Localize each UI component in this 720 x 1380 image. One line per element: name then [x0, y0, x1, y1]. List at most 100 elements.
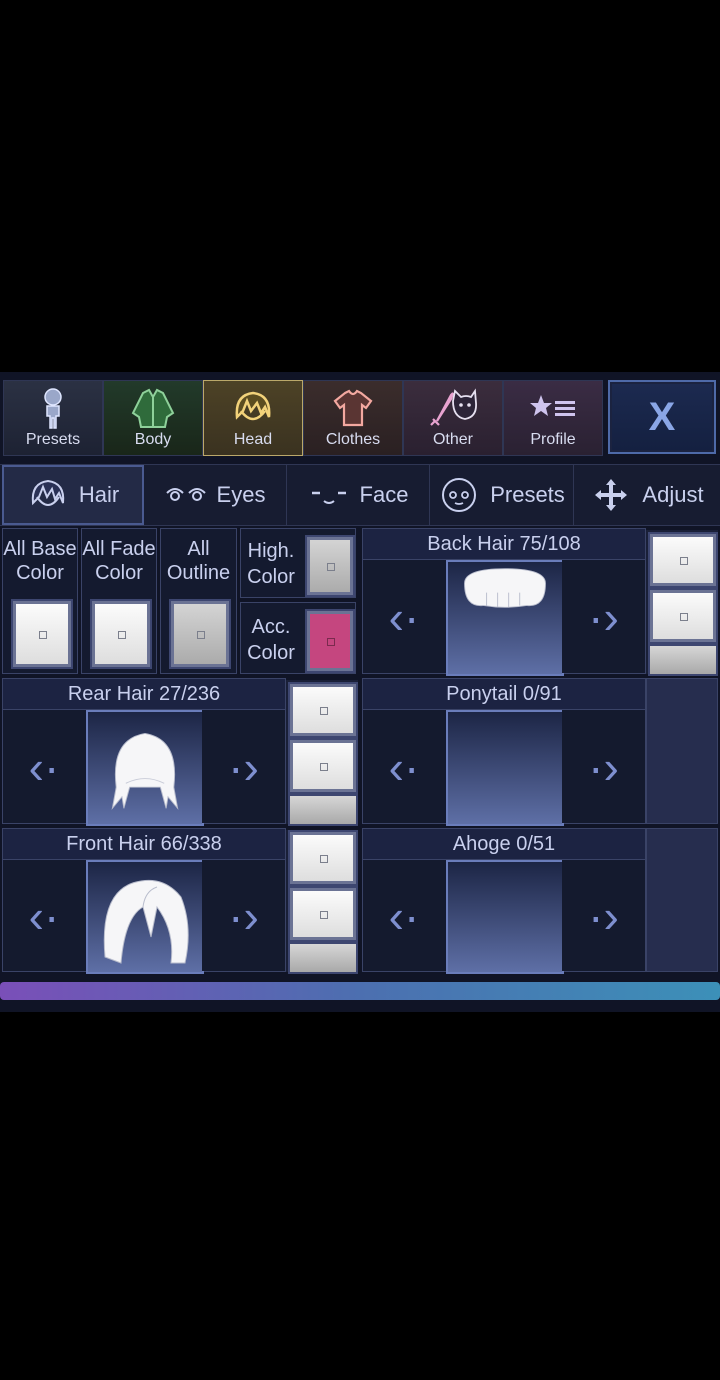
chevron-left-icon: ‹· [388, 590, 420, 643]
front-hair-base-swatch[interactable] [288, 830, 358, 886]
close-button[interactable]: X [608, 380, 716, 454]
highlight-color-option[interactable]: High. Color [240, 528, 356, 598]
option-label: Color [247, 566, 295, 588]
character-icon [44, 388, 62, 429]
rear-hair-fade-swatch[interactable] [288, 738, 358, 794]
character-editor-panel: Presets Body Head Clothes Other Profile … [0, 372, 720, 1012]
bottom-gradient-bar [0, 982, 720, 1000]
rear-hair-colors [286, 680, 358, 826]
option-label: Acc. [251, 616, 291, 638]
all-base-color-swatch[interactable] [11, 599, 73, 669]
back-hair-fade-swatch[interactable] [648, 588, 718, 644]
tab-clothes[interactable]: Clothes [303, 380, 403, 456]
accessory-color-swatch[interactable] [305, 609, 355, 673]
ponytail-colors-empty [646, 678, 718, 824]
back-hair-preview [446, 560, 564, 676]
back-hair-image [464, 568, 546, 608]
rear-hair-base-swatch[interactable] [288, 682, 358, 738]
subtab-label: Eyes [216, 482, 266, 507]
option-label: All Base [3, 538, 77, 560]
subtab-label: Adjust [642, 482, 704, 507]
shirt-icon [333, 389, 373, 427]
option-label: Color [16, 562, 64, 584]
ponytail-preview [446, 710, 564, 826]
rear-hair-selector: Rear Hair 27/236 ‹· ·› [2, 678, 286, 826]
next-button[interactable]: ·› [202, 710, 285, 823]
subtab-presets[interactable]: Presets [430, 465, 574, 525]
prev-button[interactable]: ‹· [3, 860, 85, 971]
next-button[interactable]: ·› [202, 860, 285, 971]
tab-label: Body [134, 431, 172, 448]
all-base-color-option[interactable]: All Base Color [2, 528, 78, 674]
eyes-icon [165, 488, 206, 501]
chevron-right-icon: ·› [588, 889, 619, 942]
subtab-eyes[interactable]: Eyes [144, 465, 287, 525]
prev-button[interactable]: ‹· [3, 710, 85, 823]
front-hair-image [103, 879, 189, 964]
rear-hair-preview [86, 710, 204, 826]
back-hair-selector: Back Hair 75/108 ‹· ·› [362, 528, 646, 676]
subtab-label: Hair [78, 482, 120, 507]
back-hair-outline-swatch[interactable] [648, 644, 718, 676]
back-hair-colors [646, 530, 718, 676]
front-hair-outline-swatch[interactable] [288, 942, 358, 974]
front-hair-colors [286, 830, 358, 974]
front-hair-fade-swatch[interactable] [288, 886, 358, 942]
chevron-right-icon: ·› [228, 740, 259, 793]
subtab-adjust[interactable]: Adjust [574, 465, 720, 525]
close-icon: X [648, 394, 676, 439]
star-list-icon [530, 395, 575, 416]
part-title: Ponytail 0/91 [363, 679, 645, 710]
subtab-hair[interactable]: Hair [2, 465, 144, 525]
ahoge-preview [446, 860, 564, 974]
face-preset-icon [442, 478, 477, 512]
all-fade-color-option[interactable]: All Fade Color [81, 528, 157, 674]
chevron-left-icon: ‹· [28, 889, 60, 942]
tab-profile[interactable]: Profile [503, 380, 603, 456]
subtab-face[interactable]: Face [287, 465, 430, 525]
option-label: Outline [166, 562, 231, 584]
part-title: Back Hair 75/108 [363, 529, 645, 560]
option-label: High. [247, 540, 295, 562]
tab-body[interactable]: Body [103, 380, 203, 456]
next-button[interactable]: ·› [562, 710, 645, 823]
back-hair-base-swatch[interactable] [648, 532, 718, 588]
hair-head-icon [235, 391, 271, 421]
accessory-color-option[interactable]: Acc. Color [240, 602, 356, 674]
front-hair-preview [86, 860, 204, 974]
option-label: All [187, 538, 210, 560]
sword-cat-icon [430, 388, 477, 426]
rear-hair-outline-swatch[interactable] [288, 794, 358, 826]
sub-tab-bar: Hair Eyes Face Presets Adjust [0, 464, 720, 526]
all-outline-swatch[interactable] [169, 599, 231, 669]
tab-label: Profile [530, 431, 576, 448]
prev-button[interactable]: ‹· [363, 710, 445, 823]
option-label: All Fade [82, 538, 156, 560]
jacket-icon [131, 388, 175, 428]
chevron-right-icon: ·› [228, 889, 259, 942]
tab-label: Head [233, 431, 273, 448]
tab-head[interactable]: Head [203, 380, 303, 456]
chevron-right-icon: ·› [588, 740, 619, 793]
part-title: Front Hair 66/338 [3, 829, 285, 860]
next-button[interactable]: ·› [562, 560, 645, 673]
next-button[interactable]: ·› [562, 860, 645, 971]
all-fade-color-swatch[interactable] [90, 599, 152, 669]
hair-icon [31, 479, 65, 506]
all-outline-option[interactable]: All Outline [160, 528, 237, 674]
chevron-left-icon: ‹· [388, 740, 420, 793]
tab-label: Other [432, 431, 473, 448]
rear-hair-image [111, 732, 179, 811]
option-label: Color [95, 562, 143, 584]
chevron-left-icon: ‹· [28, 740, 60, 793]
ponytail-selector: Ponytail 0/91 ‹· ·› [362, 678, 646, 826]
move-arrows-icon [595, 479, 628, 511]
prev-button[interactable]: ‹· [363, 860, 445, 971]
tab-presets[interactable]: Presets [3, 380, 103, 456]
tab-other[interactable]: Other [403, 380, 503, 456]
subtab-label: Face [359, 482, 409, 507]
face-icon [311, 491, 346, 504]
prev-button[interactable]: ‹· [363, 560, 445, 673]
highlight-color-swatch[interactable] [305, 535, 355, 597]
subtab-label: Presets [490, 482, 565, 507]
